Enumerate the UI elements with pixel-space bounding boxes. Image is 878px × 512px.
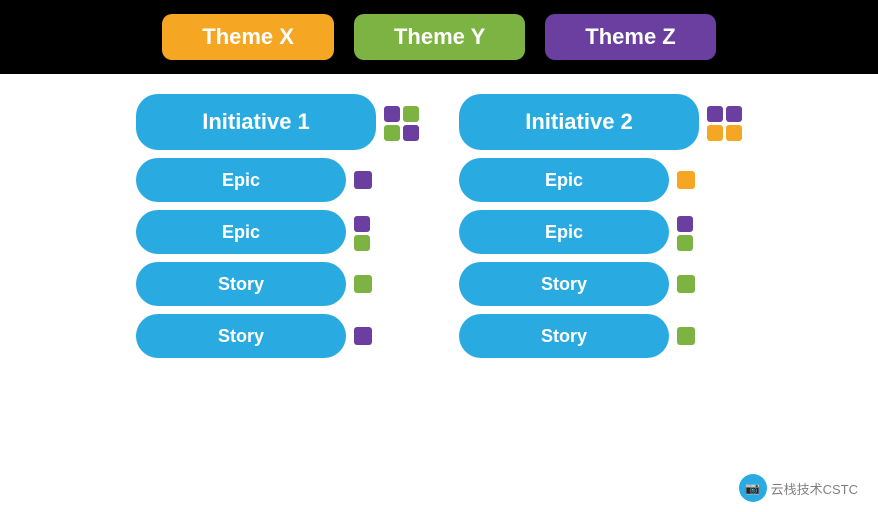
sq-green-bl xyxy=(384,125,400,141)
epic-3-row: Epic xyxy=(459,158,695,202)
story-2-row: Story xyxy=(136,314,372,358)
story-1-card: Story xyxy=(136,262,346,306)
main-content: Initiative 1 Epic Epic xyxy=(0,74,878,512)
epic-4-row: Epic xyxy=(459,210,712,254)
initiative-1-squares xyxy=(384,106,419,141)
sq-green-e4c xyxy=(677,235,693,251)
story-4-card: Story xyxy=(459,314,669,358)
sq-purple-1 xyxy=(354,171,372,189)
theme-z-badge: Theme Z xyxy=(545,14,715,60)
watermark-text: 云栈技术CSTC xyxy=(771,479,858,498)
sq-yellow-i2-bl xyxy=(707,125,723,141)
sq-green-2d xyxy=(373,235,389,251)
sq-purple-2a xyxy=(354,216,370,232)
epic-3-squares xyxy=(677,171,695,189)
story-3-row: Story xyxy=(459,262,695,306)
sq-yellow-e3 xyxy=(677,171,695,189)
sq-purple-s2 xyxy=(354,327,372,345)
epic-1-row: Epic xyxy=(136,158,372,202)
epic-4-card: Epic xyxy=(459,210,669,254)
watermark-icon: 📷 xyxy=(739,474,767,502)
sq-purple-tl xyxy=(384,106,400,122)
sq-green-s3 xyxy=(677,275,695,293)
epic-4-squares xyxy=(677,216,712,251)
theme-x-badge: Theme X xyxy=(162,14,334,60)
story-3-squares xyxy=(677,275,695,293)
story-1-row: Story xyxy=(136,262,372,306)
epic-2-row: Epic xyxy=(136,210,389,254)
epic-1-card: Epic xyxy=(136,158,346,202)
sq-purple-e4a xyxy=(677,216,693,232)
story-4-squares xyxy=(677,327,695,345)
initiative-1-column: Initiative 1 Epic Epic xyxy=(136,94,419,358)
story-1-squares xyxy=(354,275,372,293)
sq-green-s1 xyxy=(354,275,372,293)
initiative-1-card: Initiative 1 xyxy=(136,94,376,150)
story-2-squares xyxy=(354,327,372,345)
initiative-2-squares xyxy=(707,106,742,141)
story-3-card: Story xyxy=(459,262,669,306)
sq-green-tr xyxy=(403,106,419,122)
initiative-2-card: Initiative 2 xyxy=(459,94,699,150)
sq-purple-i2-tl xyxy=(707,106,723,122)
sq-trans-e4d xyxy=(696,235,712,251)
sq-green-2b xyxy=(373,216,389,232)
initiative-2-column: Initiative 2 Epic Epic xyxy=(459,94,742,358)
sq-yellow-i2-br xyxy=(726,125,742,141)
story-2-card: Story xyxy=(136,314,346,358)
story-4-row: Story xyxy=(459,314,695,358)
sq-purple-br xyxy=(403,125,419,141)
sq-green-2c xyxy=(354,235,370,251)
initiative-2-row: Initiative 2 xyxy=(459,94,742,150)
top-bar: Theme X Theme Y Theme Z xyxy=(0,0,878,74)
sq-green-s4 xyxy=(677,327,695,345)
epic-1-squares xyxy=(354,171,372,189)
epic-2-squares xyxy=(354,216,389,251)
epic-3-card: Epic xyxy=(459,158,669,202)
theme-y-badge: Theme Y xyxy=(354,14,525,60)
initiative-1-row: Initiative 1 xyxy=(136,94,419,150)
sq-trans-e4b xyxy=(696,216,712,232)
epic-2-card: Epic xyxy=(136,210,346,254)
sq-purple-i2-tr xyxy=(726,106,742,122)
watermark: 📷 云栈技术CSTC xyxy=(739,474,858,502)
